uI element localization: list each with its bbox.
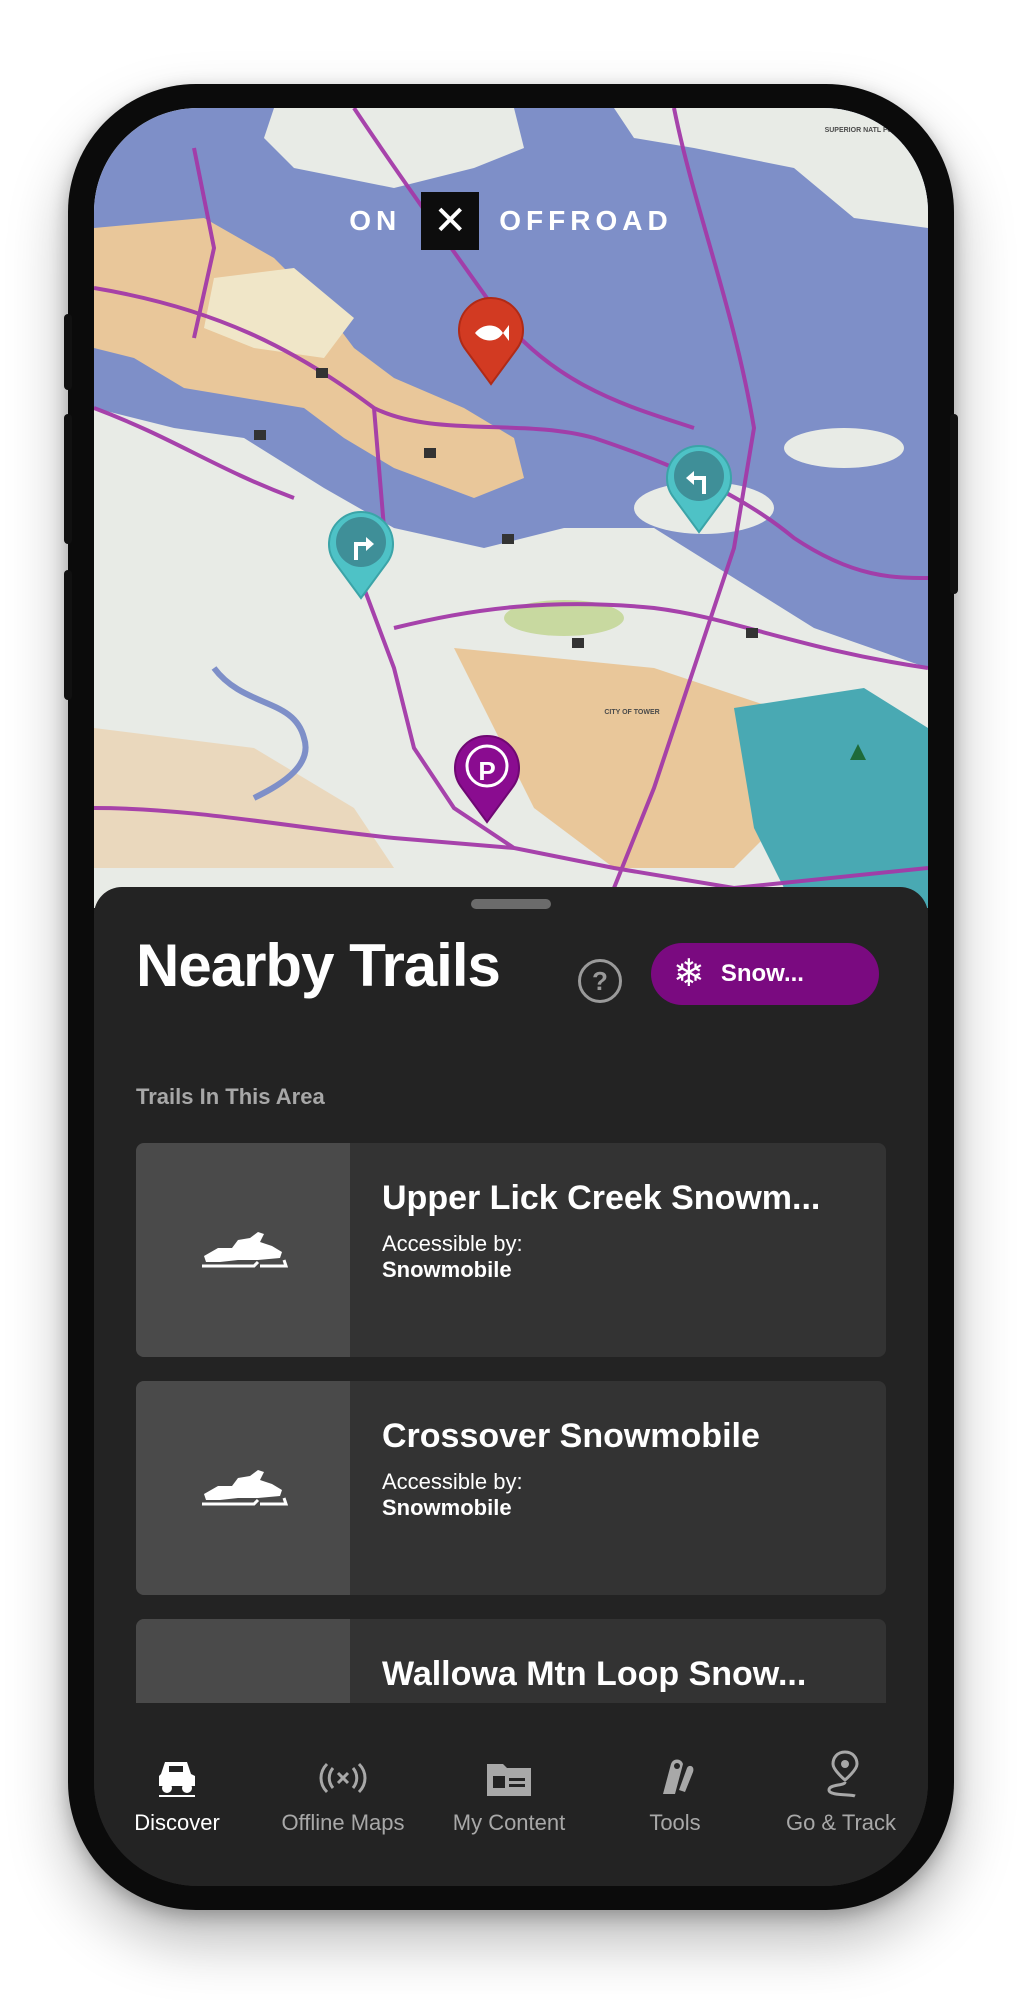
tools-icon	[592, 1742, 758, 1798]
nav-label: My Content	[452, 1810, 566, 1835]
nav-label: Discover	[134, 1810, 220, 1835]
nav-tools[interactable]: Tools	[592, 1716, 758, 1836]
sheet-title: Nearby Trails	[136, 932, 501, 999]
brand-right: OFFROAD	[499, 205, 673, 236]
nav-offline-maps[interactable]: Offline Maps	[260, 1716, 426, 1836]
folder-icon	[426, 1742, 592, 1798]
phone-side-button	[64, 314, 72, 390]
help-icon[interactable]: ?	[578, 959, 622, 1003]
trail-name: Upper Lick Creek Snowm...	[382, 1179, 821, 1217]
trail-access-mode: Snowmobile	[382, 1257, 512, 1282]
nearby-trails-sheet: Nearby Trails ? ❄ Snow... Trails In This…	[94, 887, 928, 1886]
bottom-nav: Discover Offline Maps My Content Tools G…	[94, 1716, 928, 1886]
nav-go-track[interactable]: Go & Track	[758, 1716, 924, 1836]
filter-label: Snow...	[720, 960, 804, 987]
turn-right-pin[interactable]	[322, 508, 400, 600]
trail-thumbnail	[136, 1381, 350, 1595]
trail-access-label: Accessible by:	[382, 1231, 523, 1256]
trail-access-label: Accessible by:	[382, 1469, 523, 1494]
phone-side-button	[64, 414, 72, 544]
map-view[interactable]: SUPERIOR NATL FOREST CITY OF TOWER ON ✕	[94, 108, 928, 908]
fish-icon	[452, 294, 530, 372]
trail-card[interactable]: Wallowa Mtn Loop Snow...	[136, 1619, 886, 1703]
brand-logo: ON ✕ OFFROAD	[94, 192, 928, 250]
nav-my-content[interactable]: My Content	[426, 1716, 592, 1836]
brand-mark: ✕	[421, 192, 480, 250]
nav-label: Offline Maps	[281, 1810, 405, 1835]
phone-power-button	[950, 414, 958, 594]
parking-pin[interactable]: P	[448, 732, 526, 824]
map-label-city: CITY OF TOWER	[604, 709, 659, 716]
snowmobile-icon	[202, 1470, 288, 1506]
trail-name: Crossover Snowmobile	[382, 1417, 760, 1455]
nav-label: Go & Track	[785, 1810, 897, 1835]
nav-discover[interactable]: Discover	[94, 1716, 260, 1836]
activity-filter-button[interactable]: ❄ Snow...	[651, 943, 879, 1005]
trail-name: Wallowa Mtn Loop Snow...	[382, 1655, 807, 1693]
trail-card[interactable]: Crossover Snowmobile Accessible by: Snow…	[136, 1381, 886, 1595]
turn-left-icon	[660, 442, 738, 520]
snowmobile-icon	[202, 1232, 288, 1268]
trail-access-mode: Snowmobile	[382, 1495, 512, 1520]
trail-thumbnail	[136, 1143, 350, 1357]
route-pin-icon	[758, 1742, 924, 1798]
trail-card[interactable]: Upper Lick Creek Snowm... Accessible by:…	[136, 1143, 886, 1357]
trail-list[interactable]: Upper Lick Creek Snowm... Accessible by:…	[136, 1143, 886, 1703]
snowflake-icon: ❄	[673, 953, 705, 995]
phone-side-button	[64, 570, 72, 700]
parking-icon: P	[478, 755, 496, 786]
turn-left-pin[interactable]	[660, 442, 738, 534]
section-heading: Trails In This Area	[136, 1084, 325, 1109]
jeep-icon	[94, 1742, 260, 1798]
nav-label: Tools	[649, 1810, 701, 1835]
turn-right-icon	[322, 508, 400, 586]
app-screen: SUPERIOR NATL FOREST CITY OF TOWER ON ✕	[94, 108, 928, 1886]
sheet-drag-handle[interactable]	[471, 899, 551, 909]
fish-pin[interactable]	[452, 294, 530, 386]
brand-left: ON	[349, 205, 402, 236]
trail-thumbnail	[136, 1619, 350, 1703]
offline-signal-icon	[260, 1742, 426, 1798]
map-label-forest: SUPERIOR NATL FOREST	[825, 127, 913, 134]
phone-frame: SUPERIOR NATL FOREST CITY OF TOWER ON ✕	[64, 84, 958, 1910]
